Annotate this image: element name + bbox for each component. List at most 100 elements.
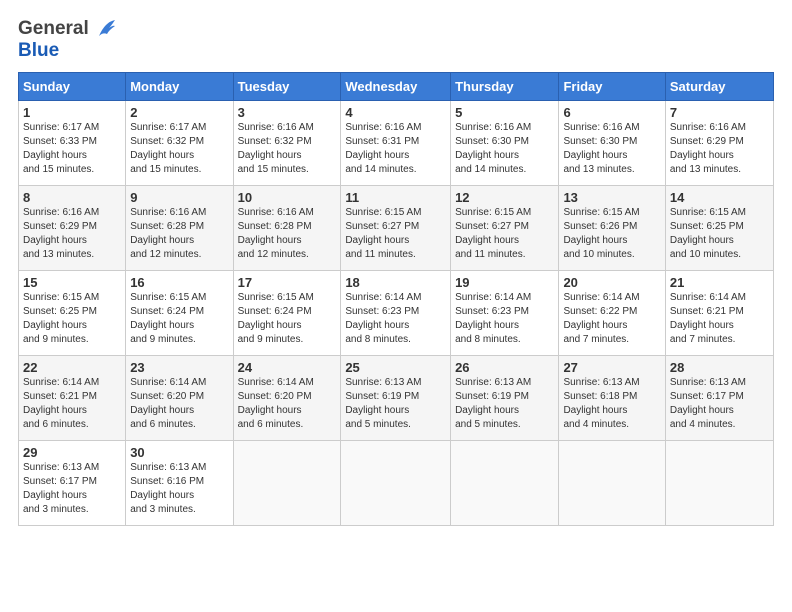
day-info: Sunrise: 6:15 AM Sunset: 6:27 PM Dayligh… (455, 206, 554, 262)
day-info: Sunrise: 6:15 AM Sunset: 6:24 PM Dayligh… (238, 291, 337, 347)
day-number: 12 (455, 190, 554, 205)
day-info: Sunrise: 6:16 AM Sunset: 6:30 PM Dayligh… (455, 121, 554, 177)
day-number: 30 (130, 445, 228, 460)
day-info: Sunrise: 6:14 AM Sunset: 6:23 PM Dayligh… (345, 291, 446, 347)
day-number: 17 (238, 275, 337, 290)
table-row: 16 Sunrise: 6:15 AM Sunset: 6:24 PM Dayl… (126, 271, 233, 356)
day-number: 27 (563, 360, 660, 375)
table-row (341, 441, 451, 526)
day-number: 7 (670, 105, 769, 120)
table-row: 23 Sunrise: 6:14 AM Sunset: 6:20 PM Dayl… (126, 356, 233, 441)
table-row: 9 Sunrise: 6:16 AM Sunset: 6:28 PM Dayli… (126, 186, 233, 271)
day-number: 11 (345, 190, 446, 205)
table-row: 4 Sunrise: 6:16 AM Sunset: 6:31 PM Dayli… (341, 101, 451, 186)
day-number: 21 (670, 275, 769, 290)
day-number: 4 (345, 105, 446, 120)
day-number: 8 (23, 190, 121, 205)
day-number: 22 (23, 360, 121, 375)
day-info: Sunrise: 6:16 AM Sunset: 6:28 PM Dayligh… (238, 206, 337, 262)
header-friday: Friday (559, 73, 665, 101)
day-number: 6 (563, 105, 660, 120)
table-row: 6 Sunrise: 6:16 AM Sunset: 6:30 PM Dayli… (559, 101, 665, 186)
header-thursday: Thursday (451, 73, 559, 101)
day-number: 3 (238, 105, 337, 120)
calendar-week-row: 22 Sunrise: 6:14 AM Sunset: 6:21 PM Dayl… (19, 356, 774, 441)
table-row (233, 441, 341, 526)
table-row: 3 Sunrise: 6:16 AM Sunset: 6:32 PM Dayli… (233, 101, 341, 186)
day-number: 18 (345, 275, 446, 290)
table-row: 21 Sunrise: 6:14 AM Sunset: 6:21 PM Dayl… (665, 271, 773, 356)
logo-blue: Blue (18, 40, 59, 61)
table-row: 25 Sunrise: 6:13 AM Sunset: 6:19 PM Dayl… (341, 356, 451, 441)
day-number: 24 (238, 360, 337, 375)
weekday-header-row: Sunday Monday Tuesday Wednesday Thursday… (19, 73, 774, 101)
table-row: 2 Sunrise: 6:17 AM Sunset: 6:32 PM Dayli… (126, 101, 233, 186)
day-number: 25 (345, 360, 446, 375)
day-number: 13 (563, 190, 660, 205)
day-info: Sunrise: 6:13 AM Sunset: 6:16 PM Dayligh… (130, 461, 228, 517)
day-info: Sunrise: 6:16 AM Sunset: 6:28 PM Dayligh… (130, 206, 228, 262)
logo-bird-icon (91, 18, 117, 40)
day-number: 1 (23, 105, 121, 120)
table-row: 15 Sunrise: 6:15 AM Sunset: 6:25 PM Dayl… (19, 271, 126, 356)
day-number: 9 (130, 190, 228, 205)
header: General Blue (18, 18, 774, 62)
header-tuesday: Tuesday (233, 73, 341, 101)
day-number: 28 (670, 360, 769, 375)
table-row: 20 Sunrise: 6:14 AM Sunset: 6:22 PM Dayl… (559, 271, 665, 356)
day-info: Sunrise: 6:13 AM Sunset: 6:19 PM Dayligh… (345, 376, 446, 432)
day-number: 23 (130, 360, 228, 375)
day-info: Sunrise: 6:16 AM Sunset: 6:31 PM Dayligh… (345, 121, 446, 177)
calendar-table: Sunday Monday Tuesday Wednesday Thursday… (18, 72, 774, 526)
table-row: 7 Sunrise: 6:16 AM Sunset: 6:29 PM Dayli… (665, 101, 773, 186)
table-row: 18 Sunrise: 6:14 AM Sunset: 6:23 PM Dayl… (341, 271, 451, 356)
table-row (559, 441, 665, 526)
day-info: Sunrise: 6:16 AM Sunset: 6:29 PM Dayligh… (670, 121, 769, 177)
table-row: 28 Sunrise: 6:13 AM Sunset: 6:17 PM Dayl… (665, 356, 773, 441)
day-number: 29 (23, 445, 121, 460)
calendar-week-row: 15 Sunrise: 6:15 AM Sunset: 6:25 PM Dayl… (19, 271, 774, 356)
table-row: 26 Sunrise: 6:13 AM Sunset: 6:19 PM Dayl… (451, 356, 559, 441)
day-info: Sunrise: 6:17 AM Sunset: 6:33 PM Dayligh… (23, 121, 121, 177)
table-row: 12 Sunrise: 6:15 AM Sunset: 6:27 PM Dayl… (451, 186, 559, 271)
day-info: Sunrise: 6:15 AM Sunset: 6:25 PM Dayligh… (670, 206, 769, 262)
day-info: Sunrise: 6:17 AM Sunset: 6:32 PM Dayligh… (130, 121, 228, 177)
day-info: Sunrise: 6:14 AM Sunset: 6:20 PM Dayligh… (238, 376, 337, 432)
table-row (665, 441, 773, 526)
table-row: 17 Sunrise: 6:15 AM Sunset: 6:24 PM Dayl… (233, 271, 341, 356)
table-row: 30 Sunrise: 6:13 AM Sunset: 6:16 PM Dayl… (126, 441, 233, 526)
header-wednesday: Wednesday (341, 73, 451, 101)
table-row: 8 Sunrise: 6:16 AM Sunset: 6:29 PM Dayli… (19, 186, 126, 271)
day-info: Sunrise: 6:13 AM Sunset: 6:19 PM Dayligh… (455, 376, 554, 432)
day-info: Sunrise: 6:16 AM Sunset: 6:29 PM Dayligh… (23, 206, 121, 262)
day-info: Sunrise: 6:13 AM Sunset: 6:17 PM Dayligh… (23, 461, 121, 517)
calendar-week-row: 8 Sunrise: 6:16 AM Sunset: 6:29 PM Dayli… (19, 186, 774, 271)
day-number: 19 (455, 275, 554, 290)
day-info: Sunrise: 6:13 AM Sunset: 6:17 PM Dayligh… (670, 376, 769, 432)
logo-general: General (18, 18, 89, 40)
table-row: 13 Sunrise: 6:15 AM Sunset: 6:26 PM Dayl… (559, 186, 665, 271)
day-info: Sunrise: 6:13 AM Sunset: 6:18 PM Dayligh… (563, 376, 660, 432)
day-info: Sunrise: 6:14 AM Sunset: 6:23 PM Dayligh… (455, 291, 554, 347)
table-row: 1 Sunrise: 6:17 AM Sunset: 6:33 PM Dayli… (19, 101, 126, 186)
day-info: Sunrise: 6:14 AM Sunset: 6:22 PM Dayligh… (563, 291, 660, 347)
day-info: Sunrise: 6:14 AM Sunset: 6:21 PM Dayligh… (670, 291, 769, 347)
header-sunday: Sunday (19, 73, 126, 101)
table-row: 11 Sunrise: 6:15 AM Sunset: 6:27 PM Dayl… (341, 186, 451, 271)
table-row: 14 Sunrise: 6:15 AM Sunset: 6:25 PM Dayl… (665, 186, 773, 271)
day-info: Sunrise: 6:15 AM Sunset: 6:25 PM Dayligh… (23, 291, 121, 347)
calendar-week-row: 1 Sunrise: 6:17 AM Sunset: 6:33 PM Dayli… (19, 101, 774, 186)
table-row (451, 441, 559, 526)
table-row: 24 Sunrise: 6:14 AM Sunset: 6:20 PM Dayl… (233, 356, 341, 441)
day-number: 20 (563, 275, 660, 290)
day-number: 5 (455, 105, 554, 120)
header-monday: Monday (126, 73, 233, 101)
day-info: Sunrise: 6:14 AM Sunset: 6:20 PM Dayligh… (130, 376, 228, 432)
day-info: Sunrise: 6:15 AM Sunset: 6:27 PM Dayligh… (345, 206, 446, 262)
table-row: 29 Sunrise: 6:13 AM Sunset: 6:17 PM Dayl… (19, 441, 126, 526)
header-saturday: Saturday (665, 73, 773, 101)
day-info: Sunrise: 6:16 AM Sunset: 6:32 PM Dayligh… (238, 121, 337, 177)
day-number: 14 (670, 190, 769, 205)
table-row: 27 Sunrise: 6:13 AM Sunset: 6:18 PM Dayl… (559, 356, 665, 441)
day-number: 2 (130, 105, 228, 120)
